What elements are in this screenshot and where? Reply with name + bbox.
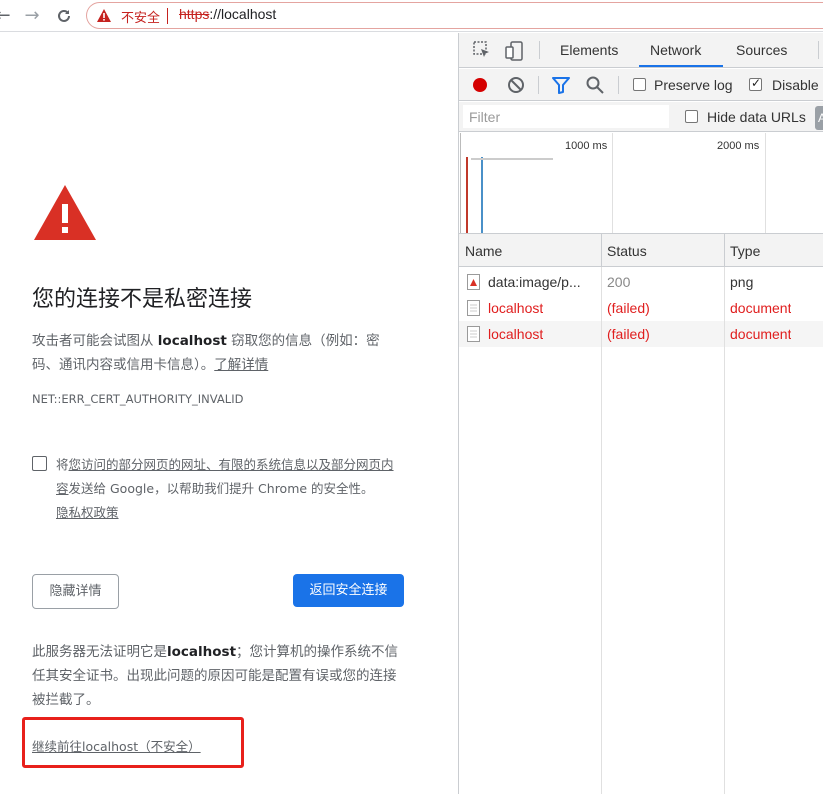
request-name: localhost: [488, 300, 544, 316]
details-prefix: 此服务器无法证明它是: [32, 644, 167, 660]
desc-text: 攻击者可能会试图从: [32, 333, 158, 349]
url-scheme: https: [179, 6, 210, 22]
hide-data-urls-checkbox[interactable]: [685, 110, 698, 123]
devtools-panel: Elements Network Sources Preserve log Di…: [458, 33, 823, 794]
search-icon[interactable]: [586, 76, 604, 94]
url-text[interactable]: https://localhost: [179, 6, 276, 22]
overview-request-bar: [471, 158, 553, 160]
request-name: data:image/p...: [488, 274, 581, 290]
address-bar[interactable]: 不安全 https://localhost: [86, 2, 823, 29]
request-name: localhost: [488, 326, 544, 342]
disable-cache-checkbox[interactable]: [749, 76, 762, 91]
tab-sources[interactable]: Sources: [736, 42, 787, 58]
devtools-tab-bar: Elements Network Sources: [459, 33, 823, 68]
all-types-button[interactable]: A: [815, 106, 823, 130]
column-divider: [724, 267, 725, 794]
network-toolbar: Preserve log Disable: [459, 69, 823, 101]
record-icon[interactable]: [471, 76, 489, 94]
filter-icon[interactable]: [552, 77, 570, 94]
request-status: 200: [607, 274, 631, 290]
table-row[interactable]: localhost (failed) document: [459, 295, 823, 321]
url-host: ://localhost: [209, 6, 277, 22]
opt-in-prefix: 将: [56, 457, 69, 472]
request-table-header: Name Status Type: [459, 234, 823, 267]
overview-tick-label: 2000 ms: [717, 140, 760, 152]
opt-in-text: 将您访问的部分网页的网址、有限的系统信息以及部分网页内容发送给 Google，以…: [56, 453, 406, 525]
back-icon[interactable]: ←: [0, 5, 14, 27]
hide-details-button[interactable]: 隐藏详情: [32, 574, 119, 609]
toolbar-divider: [538, 76, 539, 94]
forward-icon[interactable]: →: [21, 5, 43, 27]
warning-triangle-icon: [34, 185, 96, 240]
request-list: data:image/p... 200 png localhost (faile…: [459, 267, 823, 794]
image-file-icon: [467, 274, 480, 290]
document-file-icon: [467, 326, 480, 342]
toolbar-divider: [618, 76, 619, 94]
request-type: png: [730, 274, 754, 290]
inspect-element-icon[interactable]: [473, 41, 491, 59]
column-status[interactable]: Status: [607, 243, 647, 259]
not-secure-warning-icon[interactable]: [97, 9, 111, 22]
tab-elements[interactable]: Elements: [560, 42, 618, 58]
not-secure-label[interactable]: 不安全: [121, 7, 160, 26]
omnibox-divider: [167, 8, 168, 24]
back-to-safety-button[interactable]: 返回安全连接: [293, 574, 404, 607]
tab-divider: [539, 41, 540, 59]
overview-dom-event-line: [466, 157, 468, 233]
learn-more-link[interactable]: 了解详情: [214, 357, 268, 373]
column-divider: [601, 267, 602, 794]
reload-icon[interactable]: [53, 5, 75, 27]
document-file-icon: [467, 300, 480, 316]
column-divider[interactable]: [724, 234, 725, 266]
table-row[interactable]: localhost (failed) document: [459, 321, 823, 347]
request-type: document: [730, 326, 792, 342]
overview-gridline: [460, 133, 461, 233]
overview-load-event-line: [481, 157, 483, 233]
request-status: (failed): [607, 326, 650, 342]
request-status: (failed): [607, 300, 650, 316]
hide-data-urls-label[interactable]: Hide data URLs: [707, 109, 806, 125]
active-tab-indicator: [639, 65, 723, 67]
proceed-unsafe-link[interactable]: 继续前往localhost（不安全）: [32, 736, 201, 755]
tab-network[interactable]: Network: [650, 42, 701, 58]
column-type[interactable]: Type: [730, 243, 760, 259]
column-divider[interactable]: [601, 234, 602, 266]
table-row[interactable]: data:image/p... 200 png: [459, 269, 823, 295]
desc-host: localhost: [157, 333, 227, 349]
page-title: 您的连接不是私密连接: [32, 287, 253, 312]
browser-toolbar: ← → 不安全 https://localhost: [0, 0, 823, 32]
request-type: document: [730, 300, 792, 316]
device-toolbar-icon[interactable]: [505, 41, 523, 61]
details-text: 此服务器无法证明它是localhost；您计算机的操作系统不信任其安全证书。出现…: [32, 640, 402, 712]
overview-tick-label: 1000 ms: [565, 140, 608, 152]
opt-in-checkbox[interactable]: [32, 456, 47, 471]
privacy-policy-link[interactable]: 隐私权政策: [56, 505, 119, 520]
overview-gridline: [612, 133, 613, 233]
error-description: 攻击者可能会试图从 localhost 窃取您的信息（例如：密码、通讯内容或信用…: [32, 329, 402, 377]
details-host: localhost: [167, 644, 237, 660]
column-name[interactable]: Name: [465, 243, 502, 259]
network-overview: 1000 ms 2000 ms: [459, 133, 823, 234]
filter-input[interactable]: [463, 105, 669, 128]
opt-in-suffix: 发送给 Google，以帮助我们提升 Chrome 的安全性。: [68, 481, 374, 496]
error-code: NET::ERR_CERT_AUTHORITY_INVALID: [32, 392, 244, 406]
filter-bar: Hide data URLs A: [459, 102, 823, 132]
tab-divider: [818, 41, 819, 59]
overview-gridline: [765, 133, 766, 233]
preserve-log-checkbox[interactable]: [633, 78, 646, 91]
disable-cache-label[interactable]: Disable: [772, 77, 819, 93]
interstitial-page: 您的连接不是私密连接 攻击者可能会试图从 localhost 窃取您的信息（例如…: [0, 33, 458, 794]
preserve-log-label[interactable]: Preserve log: [654, 77, 733, 93]
clear-icon[interactable]: [507, 76, 525, 94]
